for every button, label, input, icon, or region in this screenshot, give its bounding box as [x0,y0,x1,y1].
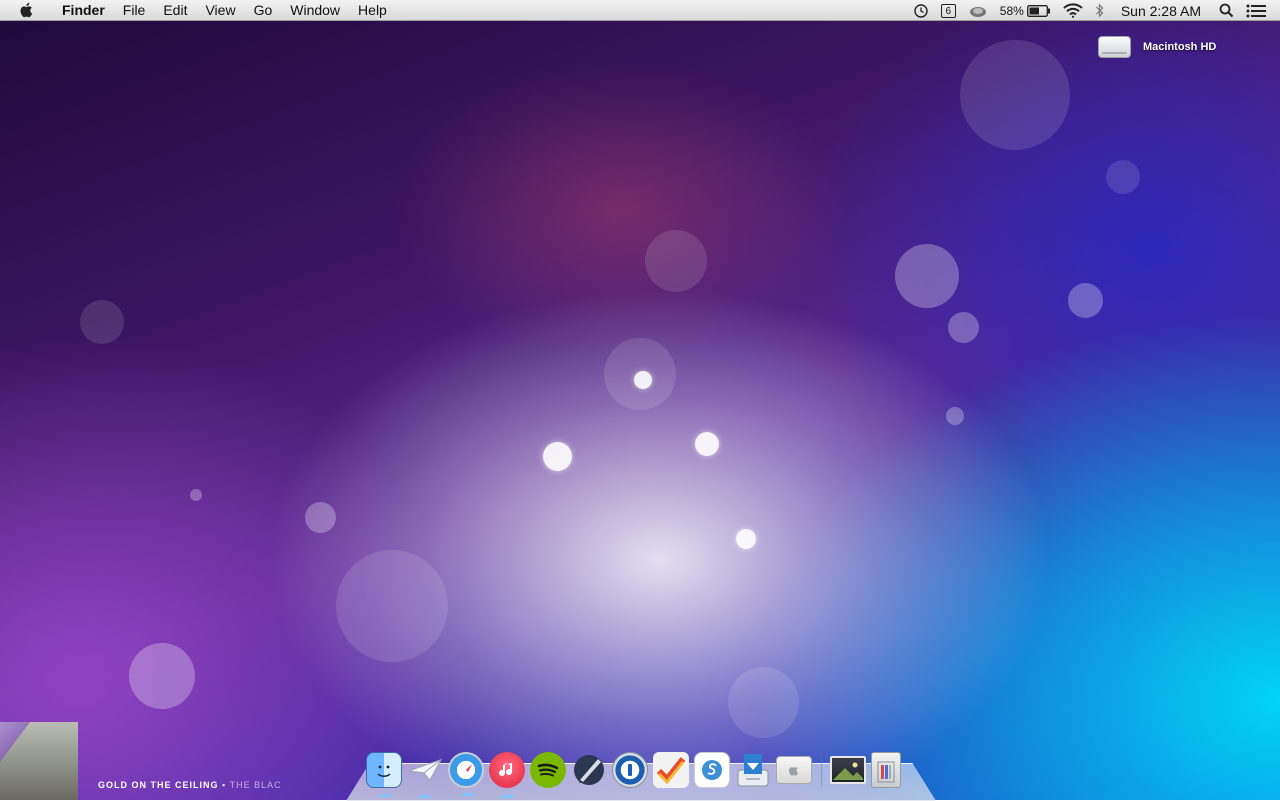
onepassword-icon[interactable] [612,752,648,788]
menu-file[interactable]: File [114,0,155,21]
bokeh-light [336,550,448,662]
wifi-icon[interactable] [1063,0,1083,21]
finder-icon[interactable] [366,752,402,797]
running-indicator [379,794,391,797]
now-playing-title: GOLD ON THE CEILING [98,780,219,790]
mail-icon[interactable] [407,752,443,798]
bokeh-light [960,40,1070,150]
battery-percent: 58% [999,3,1024,18]
bokeh-light [895,244,959,308]
calendar-icon[interactable]: 6 [940,0,956,21]
bokeh-light [695,432,719,456]
menu-go[interactable]: Go [245,0,282,21]
bokeh-light [1068,283,1103,318]
menu-window[interactable]: Window [281,0,349,21]
bokeh-light [948,312,979,343]
running-indicator [462,793,474,796]
pencil-app-icon[interactable] [571,752,607,788]
dock [366,750,906,798]
bokeh-light [645,230,707,292]
trash-icon[interactable] [871,752,901,788]
bokeh-light [728,667,799,738]
simplenote-icon[interactable] [694,752,730,788]
bokeh-light [946,407,964,425]
spotify-icon[interactable] [530,752,566,788]
menubar-clock[interactable]: Sun 2:28 AM [1121,0,1201,21]
album-art-widget[interactable] [0,722,78,800]
dock-separator [821,753,822,787]
menu-bar: Finder File Edit View Go Window Help 6 5… [0,0,1280,21]
now-playing-artist: THE BLAC [229,780,282,790]
installer-icon[interactable] [735,752,771,788]
running-indicator [419,795,431,798]
bokeh-light [604,338,676,410]
bluetooth-icon[interactable] [1095,0,1105,21]
cloud-icon[interactable] [968,0,988,21]
menu-edit[interactable]: Edit [154,0,196,21]
battery-status[interactable]: 58% [1000,0,1051,21]
bokeh-light [190,489,202,501]
running-indicator [501,795,513,798]
photo-stack-icon[interactable] [830,756,866,784]
menu-app-finder[interactable]: Finder [53,0,114,21]
menu-view[interactable]: View [196,0,244,21]
bokeh-light [305,502,336,533]
bokeh-light [543,442,572,471]
bokeh-light [129,643,195,709]
omnifocus-icon[interactable] [653,752,689,788]
bokeh-light [80,300,124,344]
hard-drive-icon[interactable] [1098,36,1131,58]
notification-center-icon[interactable] [1246,0,1266,21]
now-playing-text: GOLD ON THE CEILING • THE BLAC [98,780,282,790]
desktop[interactable] [0,0,1280,800]
spotlight-icon[interactable] [1219,0,1234,21]
app-store-icon[interactable] [776,756,812,784]
calendar-day: 6 [940,3,956,18]
menu-help[interactable]: Help [349,0,396,21]
macintosh-hd-drive[interactable]: Macintosh HD [1098,36,1216,58]
safari-icon[interactable] [448,752,484,796]
apple-icon[interactable] [18,1,36,19]
bokeh-light [736,529,756,549]
drive-label: Macintosh HD [1143,41,1217,53]
battery-icon [1026,4,1050,17]
bokeh-light [1106,160,1140,194]
now-playing-separator: • [218,780,230,790]
timemachine-icon[interactable] [913,0,929,21]
itunes-icon[interactable] [489,752,525,798]
